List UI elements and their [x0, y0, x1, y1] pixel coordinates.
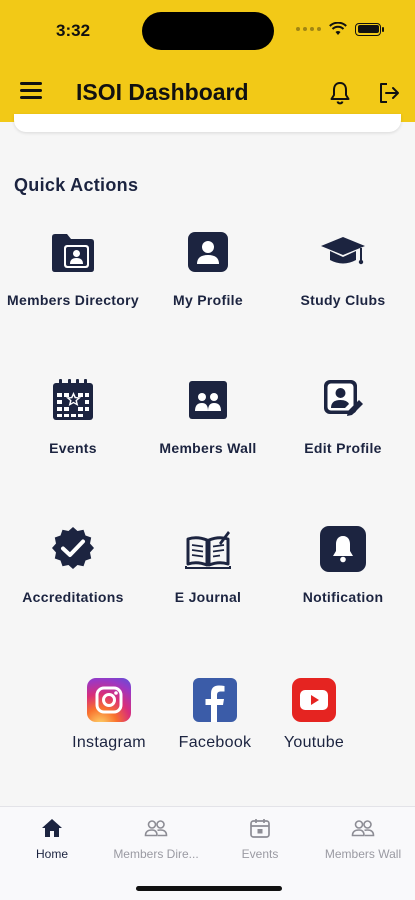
- my-profile-action[interactable]: My Profile: [138, 228, 278, 310]
- graduation-cap-icon: [319, 228, 367, 276]
- action-label: Events: [49, 440, 97, 456]
- page-title: ISOI Dashboard: [76, 79, 249, 105]
- quick-actions-title: Quick Actions: [14, 175, 139, 195]
- home-icon: [0, 817, 104, 839]
- bell-icon: [330, 82, 350, 105]
- members-wall-action[interactable]: Members Wall: [138, 376, 278, 458]
- dynamic-island: [142, 12, 274, 50]
- action-label: Notification: [302, 589, 384, 605]
- bell-icon: [319, 525, 367, 573]
- people-icon: [311, 817, 415, 839]
- action-label: Study Clubs: [300, 292, 386, 308]
- edit-profile-icon: [319, 376, 367, 424]
- social-label: Instagram: [72, 734, 146, 751]
- calendar-star-icon: [49, 376, 97, 424]
- signal-icon: [296, 27, 321, 31]
- tab-members-directory[interactable]: Members Dire...: [104, 817, 208, 861]
- instagram-icon: [87, 678, 131, 722]
- tab-home[interactable]: Home: [0, 817, 104, 861]
- instagram-link[interactable]: Instagram: [59, 678, 159, 752]
- action-label: Accreditations: [22, 589, 124, 605]
- open-book-icon: [184, 525, 232, 573]
- menu-button[interactable]: [20, 82, 42, 100]
- tab-events[interactable]: Events: [208, 817, 312, 861]
- study-clubs-action[interactable]: Study Clubs: [273, 228, 413, 310]
- summary-card: [14, 114, 401, 132]
- people-icon: [104, 817, 208, 839]
- action-label: Edit Profile: [304, 440, 382, 456]
- status-time: 3:32: [56, 21, 91, 40]
- battery-icon: [355, 22, 384, 36]
- notifications-button[interactable]: [328, 80, 352, 106]
- tab-label: Home: [35, 847, 68, 861]
- youtube-icon: [292, 678, 336, 722]
- tab-members-wall[interactable]: Members Wall: [311, 817, 415, 861]
- tab-label: Members Dire...: [113, 847, 199, 861]
- verified-badge-icon: [49, 525, 97, 573]
- home-indicator: [136, 886, 282, 891]
- youtube-link[interactable]: Youtube: [264, 678, 364, 752]
- status-icons: [296, 22, 384, 36]
- logout-icon: [380, 83, 399, 103]
- notification-action[interactable]: Notification: [273, 525, 413, 607]
- tab-label: Events: [241, 847, 279, 861]
- members-directory-action[interactable]: Members Directory: [3, 228, 143, 310]
- members-wall-icon: [184, 376, 232, 424]
- social-label: Facebook: [178, 734, 252, 751]
- social-label: Youtube: [283, 734, 345, 751]
- action-label: Members Directory: [7, 292, 139, 308]
- calendar-icon: [208, 817, 312, 839]
- action-label: Members Wall: [159, 440, 257, 456]
- facebook-icon: [193, 678, 237, 722]
- e-journal-action[interactable]: E Journal: [138, 525, 278, 607]
- facebook-link[interactable]: Facebook: [165, 678, 265, 752]
- logout-button[interactable]: [376, 80, 402, 106]
- events-action[interactable]: Events: [3, 376, 143, 458]
- action-label: E Journal: [174, 589, 242, 605]
- tab-label: Members Wall: [324, 847, 402, 861]
- folder-user-icon: [49, 228, 97, 276]
- accreditations-action[interactable]: Accreditations: [3, 525, 143, 607]
- edit-profile-action[interactable]: Edit Profile: [273, 376, 413, 458]
- profile-icon: [184, 228, 232, 276]
- action-label: My Profile: [173, 292, 243, 308]
- wifi-icon: [329, 22, 347, 35]
